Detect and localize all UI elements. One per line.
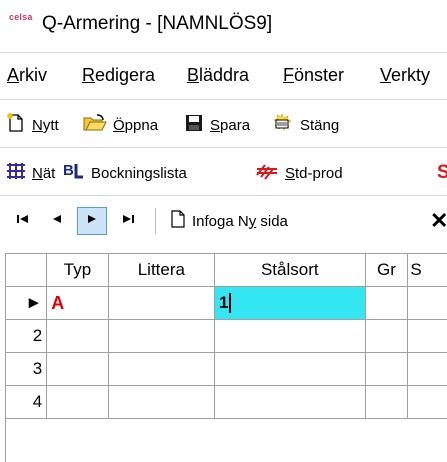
column-header-stalsort[interactable]: Stålsort [214,254,366,287]
s-cell[interactable] [407,352,447,386]
title-bar: celsa Q-Armering - [NAMNLÖS9] [0,0,447,50]
previous-icon [51,212,63,230]
stalsort-cell[interactable] [214,319,366,353]
stalsort-cell[interactable] [214,385,366,419]
littera-cell[interactable] [108,385,215,419]
file-toolbar: Nytt Öppna Spara Stäng [0,102,447,148]
row-number[interactable]: 3 [6,352,48,386]
table-row[interactable]: 3 [6,352,447,386]
svg-text:B: B [63,162,74,179]
stalsort-cell-editing[interactable]: 1 [214,286,366,320]
typ-cell[interactable] [46,385,109,419]
window-title: Q-Armering - [NAMNLÖS9] [42,13,273,34]
gr-cell[interactable] [365,319,409,353]
row-number[interactable]: 2 [6,319,48,353]
current-row-indicator[interactable]: ► [6,286,48,320]
column-header-s[interactable]: S [407,254,447,287]
delete-icon[interactable]: ✕ [430,198,447,244]
menu-redigera[interactable]: Redigera [82,65,155,86]
row-number[interactable]: 4 [6,385,48,419]
grid-net-icon [6,162,26,184]
insert-new-page-button[interactable]: Infoga Ny sida [170,198,288,244]
tools-toolbar: Nät B Bockningslista Std-prod S [0,150,447,196]
skip-first-icon [16,212,30,230]
separator [0,99,447,100]
typ-cell[interactable] [46,352,109,386]
next-icon [86,212,98,230]
table-row[interactable]: 2 [6,319,447,353]
gr-cell[interactable] [365,352,409,386]
bending-list-button[interactable]: B Bockningslista [63,150,187,196]
first-record-button[interactable] [8,207,38,235]
separator [0,147,447,148]
s-cell[interactable] [407,385,447,419]
separator [0,195,447,196]
s-cell[interactable] [407,286,447,320]
navigation-toolbar: Infoga Ny sida ✕ [0,198,447,244]
column-header-typ[interactable]: Typ [46,254,109,287]
reinforcement-grid: Typ Littera Stålsort Gr S ► A 1 2 3 4 [5,253,447,462]
save-disk-icon [184,113,204,137]
corner-header [6,254,48,287]
std-prod-button[interactable]: Std-prod [255,150,343,196]
menu-arkiv[interactable]: Arkiv [7,65,47,86]
text-caret [229,293,232,314]
column-header-gr[interactable]: Gr [365,254,409,287]
stalsort-value: 1 [218,292,229,312]
stalsort-cell[interactable] [214,352,366,386]
save-button[interactable]: Spara [184,102,250,148]
typ-cell[interactable]: A [46,286,109,320]
close-window-icon [270,113,294,137]
littera-cell[interactable] [108,286,215,320]
littera-cell[interactable] [108,352,215,386]
new-document-icon [6,113,26,137]
menu-bladdra[interactable]: Bläddra [187,65,249,86]
net-button[interactable]: Nät [6,150,55,196]
gr-cell[interactable] [365,286,409,320]
app-logo: celsa [9,12,33,22]
table-row[interactable]: 4 [6,385,447,419]
open-folder-icon [83,113,107,137]
table-row[interactable]: ► A 1 [6,286,447,320]
s-cell[interactable] [407,319,447,353]
gr-cell[interactable] [365,385,409,419]
skip-last-icon [121,212,135,230]
open-button[interactable]: Öppna [83,102,158,148]
next-record-button[interactable] [77,207,107,235]
close-button[interactable]: Stäng [270,102,339,148]
previous-record-button[interactable] [42,207,72,235]
toolbar-divider [155,208,156,234]
std-prod-icon [255,161,279,185]
menu-fonster[interactable]: Fönster [283,65,344,86]
last-record-button[interactable] [113,207,143,235]
grid-header-row: Typ Littera Stålsort Gr S [6,254,447,287]
menu-bar: Arkiv Redigera Bläddra Fönster Verkty [0,56,447,98]
separator [0,52,447,53]
typ-cell[interactable] [46,319,109,353]
menu-verktyg[interactable]: Verkty [380,65,430,86]
s-icon[interactable]: S [437,150,447,196]
littera-cell[interactable] [108,319,215,353]
page-icon [170,209,186,233]
bending-list-icon: B [63,161,85,185]
column-header-littera[interactable]: Littera [108,254,215,287]
new-button[interactable]: Nytt [6,102,59,148]
